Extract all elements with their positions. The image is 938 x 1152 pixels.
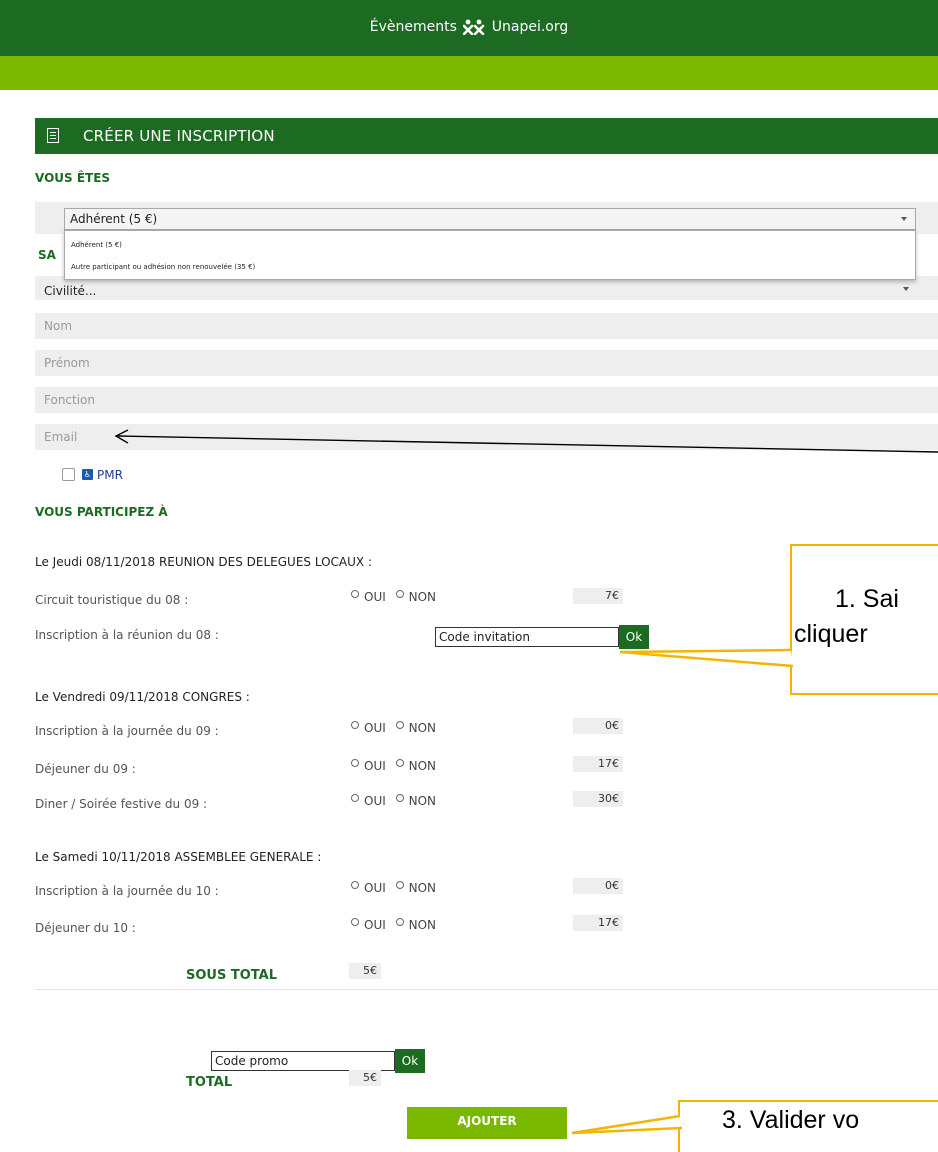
callout-1-pointer	[619, 648, 794, 668]
arrow-line	[117, 435, 938, 453]
callout-3-pointer	[571, 1114, 683, 1135]
annotation-overlay	[114, 429, 938, 1135]
